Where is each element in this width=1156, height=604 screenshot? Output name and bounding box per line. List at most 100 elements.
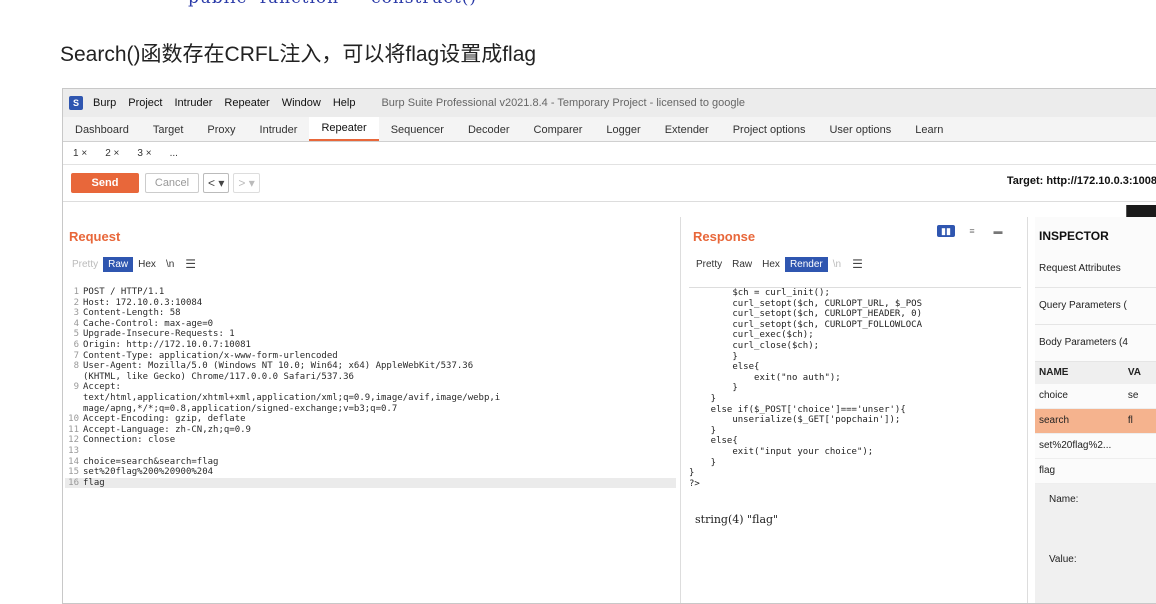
request-view-hex[interactable]: Hex — [133, 257, 161, 272]
param-name-field[interactable]: Name: — [1035, 484, 1156, 544]
forward-button[interactable]: > ▾ — [233, 173, 260, 193]
table-row[interactable]: search fl — [1035, 409, 1156, 434]
request-line[interactable]: 8 User-Agent: Mozilla/5.0 (Windows NT 10.… — [65, 361, 676, 372]
line-text: POST / HTTP/1.1 — [83, 287, 165, 297]
line-text: Upgrade-Insecure-Requests: 1 — [83, 329, 235, 340]
column-name: NAME — [1039, 367, 1069, 378]
tab-sequencer[interactable]: Sequencer — [379, 119, 456, 141]
request-line[interactable]: text/html,application/xhtml+xml,applicat… — [65, 393, 676, 404]
response-line: unserialize($_GET['popchain']); — [689, 415, 901, 426]
table-row[interactable]: flag — [1035, 459, 1156, 484]
response-view-hex[interactable]: Hex — [757, 257, 785, 272]
response-view-pretty[interactable]: Pretty — [691, 257, 727, 272]
line-text: Origin: http://172.10.0.7:10081 — [83, 339, 251, 350]
repeater-tab-more[interactable]: ... — [170, 148, 178, 159]
response-output: string(4) "flag" — [695, 513, 779, 526]
article-headline: Search()函数存在CRFL注入，可以将flag设置成flag — [60, 43, 537, 66]
table-row[interactable]: choice se — [1035, 384, 1156, 409]
back-button[interactable]: < ▾ — [203, 173, 230, 193]
forward-dropdown-icon[interactable]: ▾ — [249, 176, 255, 190]
response-line: exit("no auth"); — [689, 372, 841, 383]
line-number — [65, 404, 79, 415]
request-line[interactable]: 6 Origin: http://172.10.0.7:10081 — [65, 340, 676, 351]
response-view-newline[interactable]: \n — [828, 257, 846, 272]
line-number: 9 — [73, 382, 79, 393]
request-view-bar: Pretty Raw Hex \n ☰ — [63, 253, 680, 275]
menu-intruder[interactable]: Intruder — [175, 97, 213, 109]
response-menu-icon[interactable]: ☰ — [852, 257, 863, 271]
repeater-tab-1[interactable]: 1 × — [73, 148, 87, 159]
request-line[interactable]: 7 Content-Type: application/x-www-form-ur… — [65, 351, 676, 362]
response-view-raw[interactable]: Raw — [727, 257, 757, 272]
menu-burp[interactable]: Burp — [93, 97, 116, 109]
line-text: Cache-Control: max-age=0 — [83, 318, 214, 329]
request-editor[interactable]: 1 POST / HTTP/1.1 2 Host: 172.10.0.3:10084 3… — [65, 287, 676, 489]
line-number: 13 — [68, 445, 79, 456]
param-value: se — [1127, 390, 1139, 401]
back-dropdown-icon[interactable]: ▾ — [218, 176, 224, 190]
response-line: curl_exec($ch); — [689, 330, 814, 341]
response-line: } — [689, 351, 738, 362]
response-render[interactable]: $ch = curl_init(); curl_setopt($ch, CURL… — [689, 287, 1021, 603]
tab-dashboard[interactable]: Dashboard — [63, 119, 141, 141]
inspector-query-parameters[interactable]: Query Parameters ( — [1035, 288, 1156, 325]
tab-learn[interactable]: Learn — [903, 119, 955, 141]
request-line[interactable]: 4 Cache-Control: max-age=0 — [65, 319, 676, 330]
inspector-body-parameters[interactable]: Body Parameters (4 — [1035, 325, 1156, 362]
layout-split-icon[interactable]: ▮▮ — [937, 225, 955, 237]
repeater-tab-2[interactable]: 2 × — [105, 148, 119, 159]
menu-help[interactable]: Help — [333, 97, 356, 109]
cancel-button[interactable]: Cancel — [145, 173, 199, 193]
param-name: set%20flag%2... — [1039, 440, 1112, 451]
response-line: } — [689, 457, 717, 468]
inspector-request-attributes[interactable]: Request Attributes — [1035, 251, 1156, 288]
tab-intruder[interactable]: Intruder — [248, 119, 310, 141]
response-line: } — [689, 468, 695, 479]
menu-project[interactable]: Project — [128, 97, 162, 109]
request-view-newline[interactable]: \n — [161, 257, 179, 272]
tab-proxy[interactable]: Proxy — [195, 119, 247, 141]
response-line: ?> — [689, 478, 700, 489]
line-number: 15 — [68, 467, 79, 478]
request-line[interactable]: 16 flag — [65, 477, 676, 489]
line-number: 11 — [68, 424, 79, 435]
repeater-tab-3[interactable]: 3 × — [137, 148, 151, 159]
request-line[interactable]: 10 Accept-Encoding: gzip, deflate — [65, 414, 676, 425]
request-line[interactable]: mage/apng,*/*;q=0.8,application/signed-e… — [65, 404, 676, 415]
tab-comparer[interactable]: Comparer — [522, 119, 595, 141]
tab-project-options[interactable]: Project options — [721, 119, 818, 141]
menu-window[interactable]: Window — [282, 97, 321, 109]
response-line: } — [689, 393, 717, 404]
request-line[interactable]: 3 Content-Length: 58 — [65, 308, 676, 319]
line-number — [65, 372, 79, 383]
line-number: 4 — [73, 318, 79, 329]
send-button[interactable]: Send — [71, 173, 139, 193]
request-line[interactable]: 2 Host: 172.10.0.3:10084 — [65, 298, 676, 309]
tab-extender[interactable]: Extender — [653, 119, 721, 141]
tab-user-options[interactable]: User options — [817, 119, 903, 141]
target-label[interactable]: Target: http://172.10.0.3:1008 — [1007, 175, 1156, 187]
layout-single-icon[interactable]: ▬ — [989, 225, 1007, 237]
tab-repeater[interactable]: Repeater — [309, 117, 379, 141]
request-line[interactable]: 15 set%20flag%200%20900%204 — [65, 467, 676, 478]
line-text: mage/apng,*/*;q=0.8,application/signed-e… — [83, 403, 398, 414]
tab-decoder[interactable]: Decoder — [456, 119, 522, 141]
param-value-field[interactable]: Value: — [1035, 544, 1156, 603]
menu-repeater[interactable]: Repeater — [224, 97, 269, 109]
tab-logger[interactable]: Logger — [594, 119, 652, 141]
layout-horizontal-icon[interactable]: ≡ — [963, 225, 981, 237]
request-line[interactable]: 13 — [65, 446, 676, 457]
request-line[interactable]: 14 choice=search&search=flag — [65, 457, 676, 468]
request-line[interactable]: 9 Accept: — [65, 382, 676, 393]
request-menu-icon[interactable]: ☰ — [185, 257, 196, 271]
request-line[interactable]: 1 POST / HTTP/1.1 — [65, 287, 676, 298]
tab-target[interactable]: Target — [141, 119, 196, 141]
request-line[interactable]: 12 Connection: close — [65, 435, 676, 446]
request-view-pretty[interactable]: Pretty — [67, 257, 103, 272]
table-row[interactable]: set%20flag%2... — [1035, 434, 1156, 459]
response-view-render[interactable]: Render — [784, 256, 828, 272]
request-view-raw[interactable]: Raw — [103, 256, 134, 272]
request-line[interactable]: 5 Upgrade-Insecure-Requests: 1 — [65, 329, 676, 340]
request-line[interactable]: 11 Accept-Language: zh-CN,zh;q=0.9 — [65, 425, 676, 436]
request-line[interactable]: (KHTML, like Gecko) Chrome/117.0.0.0 Saf… — [65, 372, 676, 383]
